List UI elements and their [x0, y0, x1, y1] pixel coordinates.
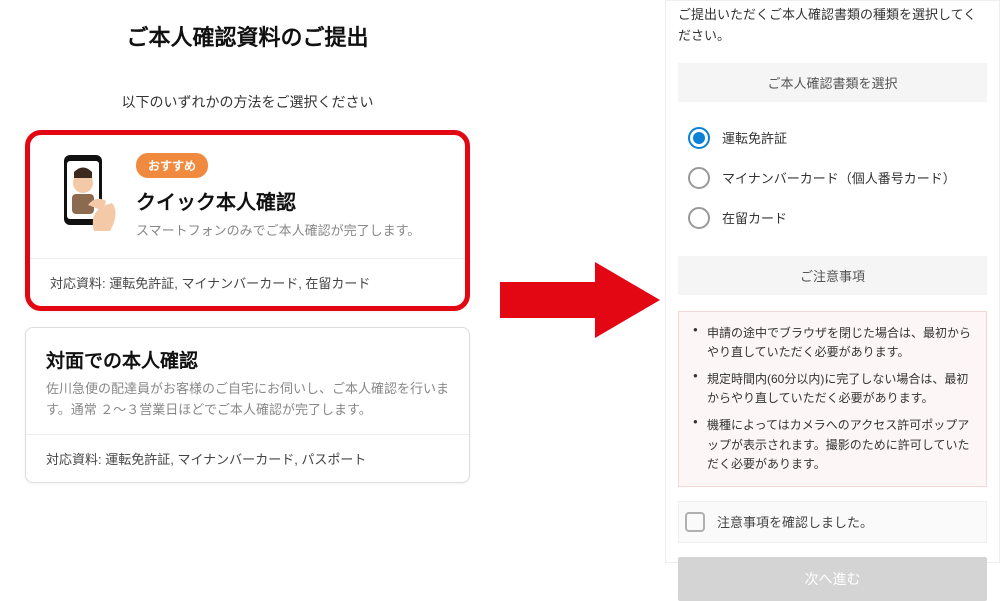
- notice-item: 規定時間内(60分以内)に完了しない場合は、最初からやり直していただく必要があり…: [693, 370, 972, 408]
- notice-item: 機種によってはカメラへのアクセス許可ポップアップが表示されます。撮影のために許可…: [693, 416, 972, 474]
- radio-label: マイナンバーカード（個人番号カード）: [722, 168, 956, 187]
- confirm-checkbox-row[interactable]: 注意事項を確認しました。: [678, 501, 987, 543]
- quick-verify-card[interactable]: おすすめ クイック本人確認 スマートフォンのみでご本人確認が完了します。 対応資…: [25, 130, 470, 311]
- radio-icon: [688, 127, 710, 149]
- document-radio-group: 運転免許証 マイナンバーカード（個人番号カード） 在留カード: [678, 118, 987, 238]
- quick-verify-supported: 対応資料: 運転免許証, マイナンバーカード, 在留カード: [30, 258, 465, 306]
- instruction-text: ご提出いただくご本人確認書類の種類を選択してください。: [678, 5, 987, 47]
- radio-icon: [688, 207, 710, 229]
- notice-header: ご注意事項: [678, 256, 987, 295]
- arrow-icon: [500, 260, 660, 340]
- inperson-supported: 対応資料: 運転免許証, マイナンバーカード, パスポート: [26, 434, 469, 482]
- radio-drivers-license[interactable]: 運転免許証: [684, 118, 987, 158]
- left-panel: ご本人確認資料のご提出 以下のいずれかの方法をご選択ください おすすめ クイック…: [0, 0, 495, 563]
- radio-label: 運転免許証: [722, 128, 787, 147]
- selfie-phone-icon: [50, 153, 120, 238]
- quick-verify-desc: スマートフォンのみでご本人確認が完了します。: [136, 221, 445, 242]
- subtitle: 以下のいずれかの方法をご選択ください: [25, 92, 470, 112]
- notice-item: 申請の途中でブラウザを閉じた場合は、最初からやり直していただく必要があります。: [693, 324, 972, 362]
- radio-label: 在留カード: [722, 208, 787, 227]
- next-button[interactable]: 次へ進む: [678, 557, 987, 601]
- recommended-badge: おすすめ: [136, 153, 208, 178]
- inperson-title: 対面での本人確認: [46, 346, 449, 373]
- page-title: ご本人確認資料のご提出: [25, 20, 470, 52]
- inperson-verify-card[interactable]: 対面での本人確認 佐川急便の配達員がお客様のご自宅にお伺いし、ご本人確認を行いま…: [25, 327, 470, 484]
- radio-my-number[interactable]: マイナンバーカード（個人番号カード）: [684, 158, 987, 198]
- select-doc-header: ご本人確認書類を選択: [678, 63, 987, 102]
- confirm-label: 注意事項を確認しました。: [717, 512, 873, 531]
- inperson-desc: 佐川急便の配達員がお客様のご自宅にお伺いし、ご本人確認を行います。通常 ２〜３営…: [46, 379, 449, 421]
- radio-icon: [688, 167, 710, 189]
- notice-box: 申請の途中でブラウザを閉じた場合は、最初からやり直していただく必要があります。 …: [678, 311, 987, 487]
- radio-residence-card[interactable]: 在留カード: [684, 198, 987, 238]
- right-panel: ご提出いただくご本人確認書類の種類を選択してください。 ご本人確認書類を選択 運…: [665, 0, 1000, 563]
- checkbox-icon: [685, 512, 705, 532]
- quick-verify-title: クイック本人確認: [136, 186, 445, 215]
